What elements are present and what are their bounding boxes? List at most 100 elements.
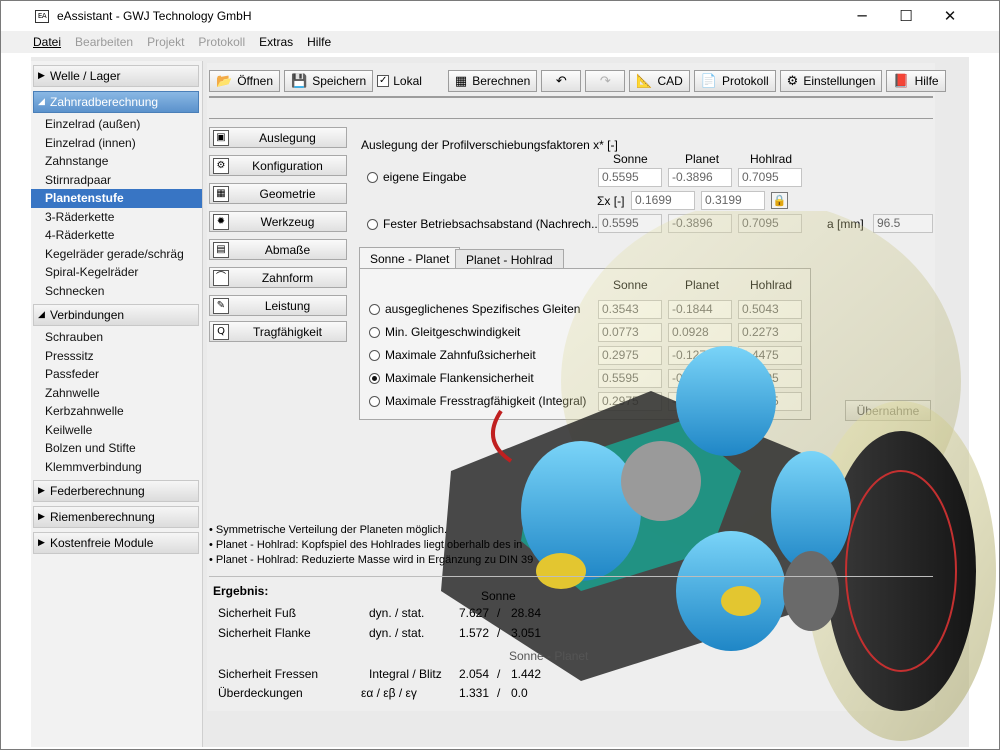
fixed-sonne-field[interactable]: 0.5595 (598, 214, 662, 233)
opt-radio-2[interactable]: Min. Gleitgeschwindigkeit (369, 325, 520, 339)
nav-tragfaehigkeit-button[interactable]: Q Tragfähigkeit (209, 321, 347, 342)
nav-abmasse-button[interactable]: ▤ Abmaße (209, 239, 347, 260)
tab-planet-hohlrad[interactable]: Planet - Hohlrad (455, 249, 564, 270)
menu-projekt[interactable]: Projekt (147, 35, 184, 49)
sidebar-item-schrauben[interactable]: Schrauben (31, 328, 202, 347)
verbindungen-list: Schrauben Presssitz Passfeder Zahnwelle … (31, 328, 202, 476)
nav-geometrie-button[interactable]: ▦ Geometrie (209, 183, 347, 204)
cad-icon: 📐 (636, 73, 653, 89)
opt-value-field[interactable]: -0.1275 (668, 392, 732, 411)
opt-radio-5[interactable]: Maximale Fresstragfähigkeit (Integral) (369, 394, 586, 408)
sidebar-item-einzelrad-aussen[interactable]: Einzelrad (außen) (31, 115, 202, 134)
opt-value-field[interactable]: 0.0928 (668, 323, 732, 342)
opt-value-field[interactable]: 0.7095 (738, 369, 802, 388)
own-hohlrad-field[interactable]: 0.7095 (738, 168, 802, 187)
cad-button[interactable]: 📐 CAD (629, 70, 690, 92)
opt-value-field[interactable]: -0.1844 (668, 300, 732, 319)
opt-value-field[interactable]: -0.3896 (668, 369, 732, 388)
fixed-planet-field[interactable]: -0.3896 (668, 214, 732, 233)
opt-value-field[interactable]: 0.4475 (738, 346, 802, 365)
tab-sonne-planet[interactable]: Sonne - Planet (359, 247, 461, 269)
open-button[interactable]: 📂 Öffnen (209, 70, 280, 92)
tool-icon: ✹ (213, 213, 229, 230)
local-checkbox[interactable]: ✓ Lokal (377, 74, 422, 88)
radio-icon (369, 349, 380, 361)
opt-value-field[interactable]: -0.1275 (668, 346, 732, 365)
sidebar-item-presssitz[interactable]: Presssitz (31, 347, 202, 366)
menu-datei[interactable]: Datei (33, 35, 61, 49)
opt-value-field[interactable]: 0.4475 (738, 392, 802, 411)
menu-bar: Datei Bearbeiten Projekt Protokoll Extra… (1, 31, 999, 53)
sidebar-group-riemen[interactable]: ▶ Riemenberechnung (33, 506, 199, 528)
undo-icon: ↶ (555, 73, 567, 89)
a-mm-field[interactable]: 96.5 (873, 214, 933, 233)
app-window: EA eAssistant - GWJ Technology GmbH ─ ☐ … (0, 0, 1000, 750)
close-icon[interactable]: ✕ (927, 1, 973, 31)
opt-value-field[interactable]: 0.0773 (598, 323, 662, 342)
sidebar-item-planetenstufe[interactable]: Planetenstufe (31, 189, 202, 208)
nav-leistung-button[interactable]: ✎ Leistung (209, 295, 347, 316)
sum-sonne-planet-field[interactable]: 0.1699 (631, 191, 695, 210)
opt-value-field[interactable]: 0.2975 (598, 346, 662, 365)
result-separator: / (497, 667, 501, 681)
apply-button[interactable]: Übernahme (845, 400, 931, 421)
sidebar-item-bolzen[interactable]: Bolzen und Stifte (31, 439, 202, 458)
nav-auslegung-button[interactable]: ▣ Auslegung (209, 127, 347, 148)
sidebar-item-kerbzahnwelle[interactable]: Kerbzahnwelle (31, 402, 202, 421)
sidebar-item-klemmverbindung[interactable]: Klemmverbindung (31, 458, 202, 477)
opt-value-field[interactable]: 0.5595 (598, 369, 662, 388)
sidebar-group-welle[interactable]: ▶ Welle / Lager (33, 65, 199, 87)
opt-radio-4[interactable]: Maximale Flankensicherheit (369, 371, 534, 385)
calculate-button[interactable]: ▦ Berechnen (447, 70, 538, 92)
own-input-radio[interactable]: eigene Eingabe (367, 170, 466, 184)
sidebar-group-verbindungen[interactable]: ◢ Verbindungen (33, 304, 199, 326)
menu-protokoll[interactable]: Protokoll (198, 35, 245, 49)
sidebar-item-3-raederkette[interactable]: 3-Räderkette (31, 208, 202, 227)
help-button[interactable]: 📕 Hilfe (886, 70, 946, 92)
sidebar-group-kosten[interactable]: ▶ Kostenfreie Module (33, 532, 199, 554)
menu-hilfe[interactable]: Hilfe (307, 35, 331, 49)
opt-radio-1[interactable]: ausgeglichenes Spezifisches Gleiten (369, 302, 580, 316)
sidebar-item-4-raederkette[interactable]: 4-Räderkette (31, 226, 202, 245)
sidebar-group-label: Kostenfreie Module (50, 536, 154, 550)
nav-konfiguration-button[interactable]: ⚙ Konfiguration (209, 155, 347, 176)
open-label: Öffnen (237, 74, 273, 88)
chevron-right-icon: ▶ (38, 512, 45, 522)
sidebar-item-zahnstange[interactable]: Zahnstange (31, 152, 202, 171)
undo-button[interactable]: ↶ (541, 70, 582, 92)
protocol-button[interactable]: 📄 Protokoll (693, 70, 776, 92)
opt-value-field[interactable]: 0.2273 (738, 323, 802, 342)
own-planet-field[interactable]: -0.3896 (668, 168, 732, 187)
menu-bearbeiten[interactable]: Bearbeiten (75, 35, 133, 49)
sidebar-item-stirnradpaar[interactable]: Stirnradpaar (31, 171, 202, 190)
opt-radio-3[interactable]: Maximale Zahnfußsicherheit (369, 348, 536, 362)
menu-extras[interactable]: Extras (259, 35, 293, 49)
sidebar-item-kegelraeder[interactable]: Kegelräder gerade/schräg (31, 245, 202, 264)
sidebar-item-einzelrad-innen[interactable]: Einzelrad (innen) (31, 134, 202, 153)
redo-button[interactable]: ↷ (585, 70, 626, 92)
opt-value-field[interactable]: 0.3543 (598, 300, 662, 319)
nav-zahnform-button[interactable]: ⌒ Zahnform (209, 267, 347, 288)
sidebar-group-zahnrad[interactable]: ◢ Zahnradberechnung (33, 91, 199, 113)
module-sidebar: ▶ Welle / Lager ◢ Zahnradberechnung Einzel… (31, 61, 203, 747)
sidebar-item-schnecken[interactable]: Schnecken (31, 282, 202, 301)
lock-icon[interactable]: 🔒 (771, 192, 788, 209)
sidebar-group-feder[interactable]: ▶ Federberechnung (33, 480, 199, 502)
fixed-center-distance-radio[interactable]: Fester Betriebsachsabstand (Nachrech... (367, 217, 601, 231)
nav-werkzeug-button[interactable]: ✹ Werkzeug (209, 211, 347, 232)
fixed-hohlrad-field[interactable]: 0.7095 (738, 214, 802, 233)
own-sonne-field[interactable]: 0.5595 (598, 168, 662, 187)
sidebar-item-keilwelle[interactable]: Keilwelle (31, 421, 202, 440)
save-button[interactable]: 💾 Speichern (284, 70, 374, 92)
sidebar-item-passfeder[interactable]: Passfeder (31, 365, 202, 384)
result-kind: dyn. / stat. (369, 626, 425, 640)
settings-button[interactable]: ⚙ Einstellungen (779, 70, 883, 92)
sidebar-item-zahnwelle[interactable]: Zahnwelle (31, 384, 202, 403)
sum-planet-hohlrad-field[interactable]: 0.3199 (701, 191, 765, 210)
opt-value-field[interactable]: 0.5043 (738, 300, 802, 319)
zahnrad-list: Einzelrad (außen) Einzelrad (innen) Zahn… (31, 115, 202, 300)
minimize-icon[interactable]: ─ (839, 1, 885, 31)
opt-value-field[interactable]: 0.2975 (598, 392, 662, 411)
sidebar-item-spiral-kegelraeder[interactable]: Spiral-Kegelräder (31, 263, 202, 282)
maximize-icon[interactable]: ☐ (883, 1, 929, 31)
